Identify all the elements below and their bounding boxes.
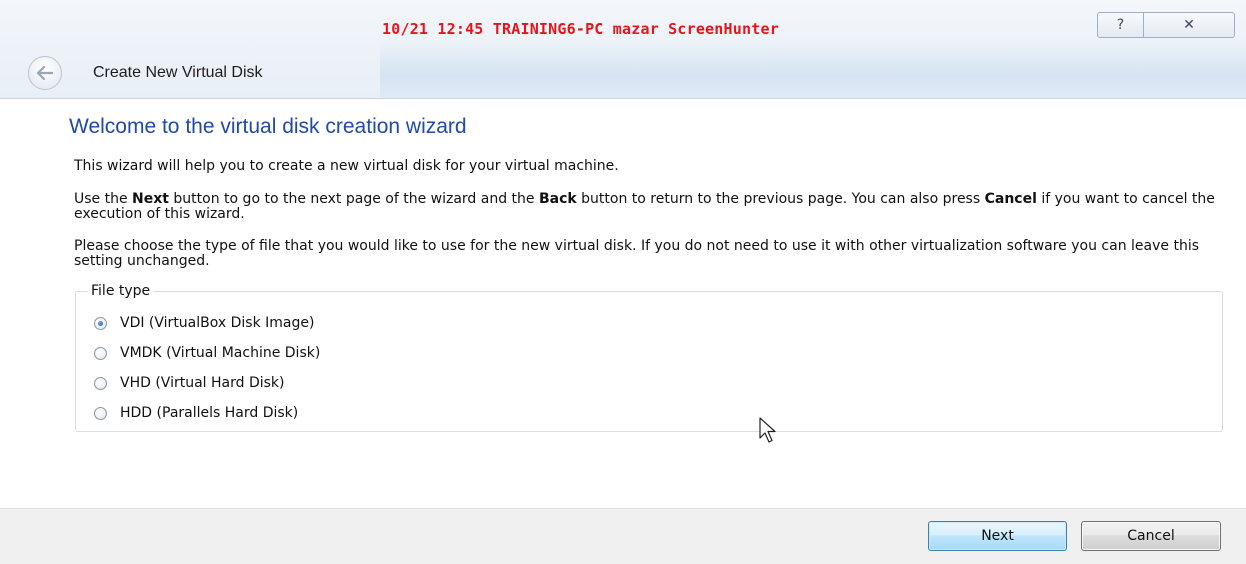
cancel-button[interactable]: Cancel	[1081, 521, 1221, 551]
back-keyword: Back	[538, 191, 577, 207]
radio-label: VMDK (Virtual Machine Disk)	[120, 345, 321, 361]
radio-label: HDD (Parallels Hard Disk)	[120, 405, 299, 421]
button-bar: Next Cancel	[0, 508, 1246, 564]
next-button[interactable]: Next	[928, 521, 1067, 551]
radio-button[interactable]	[94, 346, 107, 360]
cancel-keyword: Cancel	[984, 191, 1037, 207]
radio-button[interactable]	[94, 406, 107, 420]
title-bar: 10/21 12:45 TRAINING6-PC mazar ScreenHun…	[0, 0, 1246, 100]
navigation-help-text: Use the Next button to go to the next pa…	[74, 191, 1215, 222]
file-type-legend: File type	[88, 283, 154, 299]
help-button[interactable]: ?	[1097, 12, 1144, 38]
back-arrow-icon	[36, 66, 54, 80]
back-button[interactable]	[28, 56, 62, 90]
radio-option-hdd[interactable]: HDD (Parallels Hard Disk)	[94, 403, 298, 423]
page-heading: Welcome to the virtual disk creation wiz…	[69, 115, 467, 138]
radio-option-vhd[interactable]: VHD (Virtual Hard Disk)	[94, 373, 284, 393]
next-keyword: Next	[132, 191, 169, 207]
window-title: Create New Virtual Disk	[93, 64, 263, 81]
close-icon: ✕	[1183, 17, 1195, 33]
radio-button[interactable]	[94, 376, 107, 390]
radio-option-vdi[interactable]: VDI (VirtualBox Disk Image)	[94, 313, 314, 333]
radio-label: VDI (VirtualBox Disk Image)	[120, 315, 315, 331]
screenhunter-watermark: 10/21 12:45 TRAINING6-PC mazar ScreenHun…	[382, 20, 779, 38]
radio-option-vmdk[interactable]: VMDK (Virtual Machine Disk)	[94, 343, 320, 363]
close-button[interactable]: ✕	[1143, 12, 1235, 38]
radio-button-checked[interactable]	[94, 316, 107, 330]
help-icon: ?	[1116, 17, 1125, 33]
file-type-help-text: Please choose the type of file that you …	[74, 238, 1199, 269]
wizard-page: Welcome to the virtual disk creation wiz…	[0, 99, 1246, 508]
radio-label: VHD (Virtual Hard Disk)	[120, 375, 285, 391]
intro-text: This wizard will help you to create a ne…	[74, 158, 619, 174]
wizard-window: 10/21 12:45 TRAINING6-PC mazar ScreenHun…	[0, 0, 1246, 564]
mouse-pointer-icon	[759, 417, 776, 443]
